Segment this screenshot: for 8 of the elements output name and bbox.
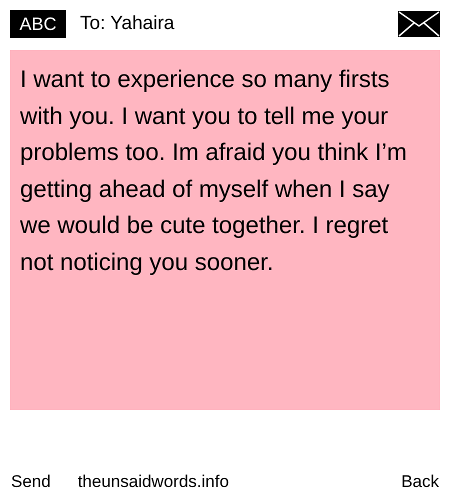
website-link[interactable]: theunsaidwords.info [78,468,229,494]
send-button[interactable]: Send [11,468,51,494]
recipient-label: To: Yahaira [80,12,174,36]
message-text: I want to experience so many firsts with you. I want you to tell me your problems too. Im afraid you think I’m getting ahead of myself when I say we would be cute together. I regret not noticing you sooner. [20,65,408,278]
envelope-icon [398,11,440,37]
input-mode-badge: ABC [10,10,66,38]
message-area[interactable] [10,50,440,410]
back-button[interactable]: Back [401,468,439,494]
